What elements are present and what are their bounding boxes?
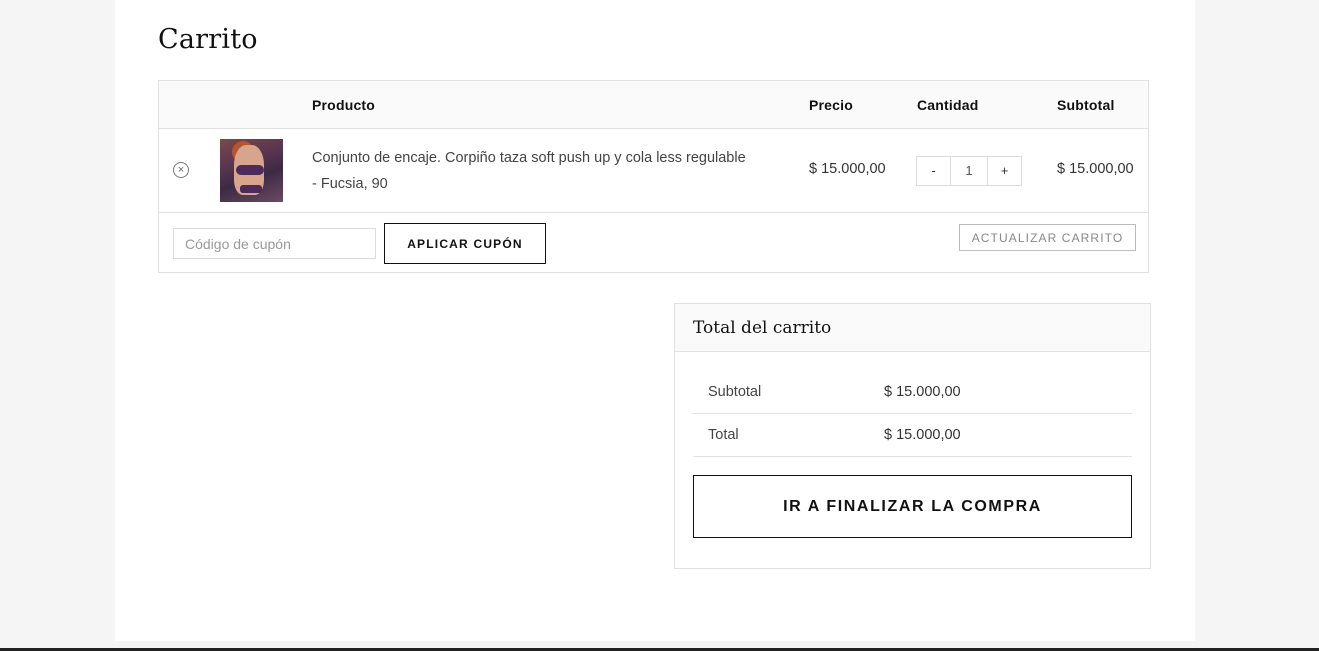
cart-table-header: Producto Precio Cantidad Subtotal — [159, 81, 1148, 129]
cart-totals-title: Total del carrito — [693, 318, 832, 338]
coupon-code-input[interactable] — [173, 228, 376, 259]
column-header-product: Producto — [312, 97, 376, 113]
totals-total-label: Total — [708, 427, 739, 443]
thumbnail-bottom-shape — [240, 185, 262, 193]
cart-item-row: × Conjunto de encaje. Corpiño taza soft … — [159, 129, 1148, 213]
totals-total-row: Total $ 15.000,00 — [693, 414, 1132, 457]
quantity-decrease-button[interactable]: - — [917, 157, 950, 185]
page-container: Carrito Producto Precio Cantidad Subtota… — [115, 0, 1195, 641]
proceed-to-checkout-button[interactable]: IR A FINALIZAR LA COMPRA — [693, 475, 1132, 538]
quantity-increase-button[interactable]: + — [988, 157, 1021, 185]
quantity-stepper: - 1 + — [916, 156, 1022, 186]
apply-coupon-button[interactable]: APLICAR CUPÓN — [384, 223, 546, 264]
totals-subtotal-label: Subtotal — [708, 384, 762, 400]
cart-totals-panel: Total del carrito Subtotal $ 15.000,00 T… — [674, 303, 1151, 569]
totals-subtotal-row: Subtotal $ 15.000,00 — [693, 371, 1132, 414]
totals-subtotal-value: $ 15.000,00 — [884, 384, 961, 400]
product-thumbnail[interactable] — [220, 139, 283, 202]
column-header-price: Precio — [809, 97, 853, 113]
product-name-link[interactable]: Conjunto de encaje. Corpiño taza soft pu… — [312, 145, 752, 197]
thumbnail-top-shape — [236, 165, 264, 175]
quantity-input[interactable]: 1 — [950, 157, 988, 185]
column-header-subtotal: Subtotal — [1057, 97, 1115, 113]
totals-total-value: $ 15.000,00 — [884, 427, 961, 443]
cart-totals-header: Total del carrito — [675, 304, 1150, 352]
page-title: Carrito — [158, 24, 258, 55]
product-price: $ 15.000,00 — [809, 161, 886, 177]
cart-table: Producto Precio Cantidad Subtotal × Conj… — [158, 80, 1149, 273]
update-cart-button[interactable]: ACTUALIZAR CARRITO — [959, 224, 1136, 251]
remove-item-icon[interactable]: × — [173, 162, 189, 178]
item-subtotal: $ 15.000,00 — [1057, 161, 1134, 177]
column-header-quantity: Cantidad — [917, 97, 979, 113]
